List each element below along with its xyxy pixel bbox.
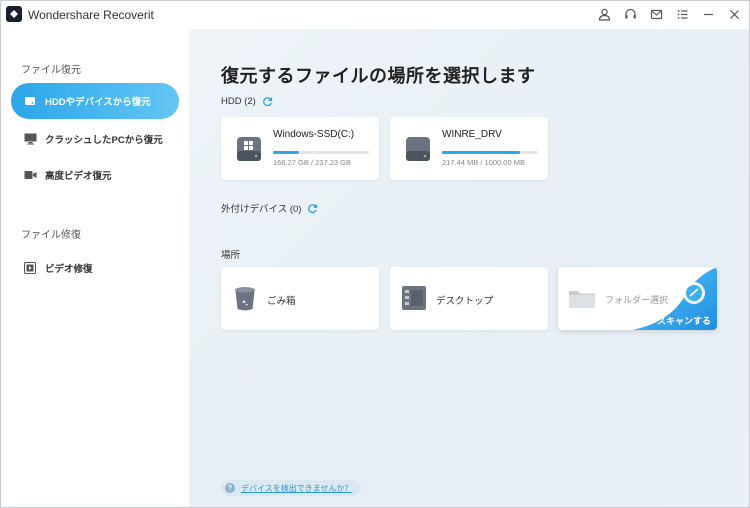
drive-usage-fill xyxy=(273,151,299,154)
drive-card-winre[interactable]: WINRE_DRV 217.44 MB / 1000.00 MB xyxy=(390,117,548,180)
folder-select-card[interactable]: フォルダー選択 スキャンする xyxy=(558,267,717,330)
drive-name: Windows-SSD(C:) xyxy=(273,129,355,140)
app-title: Wondershare Recoverit xyxy=(28,8,154,22)
drive-name: WINRE_DRV xyxy=(442,129,502,140)
help-link-text: デバイスを検出できませんか？ xyxy=(241,483,353,493)
sidebar-item-label: ビデオ修復 xyxy=(45,264,93,275)
sidebar-item-crashed-pc[interactable]: クラッシュしたPCから復元 xyxy=(11,121,179,157)
hdd-count-label: HDD (2) xyxy=(221,96,256,107)
drive-size: 166.27 GB / 237.23 GB xyxy=(273,158,351,167)
refresh-icon[interactable] xyxy=(262,96,273,107)
account-icon[interactable] xyxy=(595,5,613,23)
app-window: Wondershare Recoverit ファイル復元 HDDやデバイスから復… xyxy=(0,0,750,508)
hdd-section-label: HDD (2) xyxy=(221,96,273,107)
recoverit-logo-icon xyxy=(6,6,22,22)
minimize-icon[interactable] xyxy=(699,5,717,23)
title-bar: Wondershare Recoverit xyxy=(1,1,749,29)
hdd-icon xyxy=(23,94,37,108)
section-title-file-repair: ファイル修復 xyxy=(21,230,81,241)
external-section-label: 外付けデバイス (0) xyxy=(221,201,318,215)
drive-size: 217.44 MB / 1000.00 MB xyxy=(442,158,525,167)
scan-button[interactable]: スキャンする xyxy=(632,267,717,330)
sidebar-item-advanced-video[interactable]: 高度ビデオ復元 xyxy=(11,157,179,193)
locations-section-label: 場所 xyxy=(221,250,241,261)
mail-icon[interactable] xyxy=(647,5,665,23)
location-card-desktop[interactable]: デスクトップ xyxy=(390,267,548,330)
support-headset-icon[interactable] xyxy=(621,5,639,23)
title-bar-actions xyxy=(595,5,743,23)
video-repair-icon xyxy=(23,261,37,275)
monitor-icon xyxy=(23,132,37,146)
location-label: ごみ箱 xyxy=(267,296,296,307)
page-title: 復元するファイルの場所を選択します xyxy=(221,66,536,86)
drive-usage-bar xyxy=(273,151,369,154)
scan-label: スキャンする xyxy=(656,316,711,326)
main-panel: 復元するファイルの場所を選択します HDD (2) Windows-SSD(C:… xyxy=(189,29,749,507)
video-camera-icon xyxy=(23,168,37,182)
menu-list-icon[interactable] xyxy=(673,5,691,23)
drive-usage-bar xyxy=(442,151,538,154)
close-icon[interactable] xyxy=(725,5,743,23)
question-icon: ? xyxy=(225,483,235,493)
refresh-icon[interactable] xyxy=(307,203,318,214)
sidebar-item-label: 高度ビデオ復元 xyxy=(45,171,112,182)
drive-icon xyxy=(236,135,262,163)
section-title-file-recovery: ファイル復元 xyxy=(21,65,81,76)
folder-icon xyxy=(568,284,596,312)
drive-icon xyxy=(405,135,431,163)
sidebar-item-video-repair[interactable]: ビデオ修復 xyxy=(11,250,179,286)
sidebar-item-label: HDDやデバイスから復元 xyxy=(45,97,151,108)
drive-usage-fill xyxy=(442,151,520,154)
sidebar-item-hdd-recovery[interactable]: HDDやデバイスから復元 xyxy=(11,83,179,119)
external-count-label: 外付けデバイス (0) xyxy=(221,204,302,215)
desktop-icon xyxy=(400,284,428,312)
sidebar: ファイル復元 HDDやデバイスから復元 クラッシュしたPCから復元 高度ビデオ復… xyxy=(1,29,189,507)
sidebar-item-label: クラッシュしたPCから復元 xyxy=(45,135,163,146)
recycle-bin-icon xyxy=(231,284,259,312)
location-card-recycle-bin[interactable]: ごみ箱 xyxy=(221,267,379,330)
location-label: デスクトップ xyxy=(436,296,494,307)
help-link[interactable]: ? デバイスを検出できませんか？ xyxy=(221,480,361,496)
drive-card-windows-ssd[interactable]: Windows-SSD(C:) 166.27 GB / 237.23 GB xyxy=(221,117,379,180)
